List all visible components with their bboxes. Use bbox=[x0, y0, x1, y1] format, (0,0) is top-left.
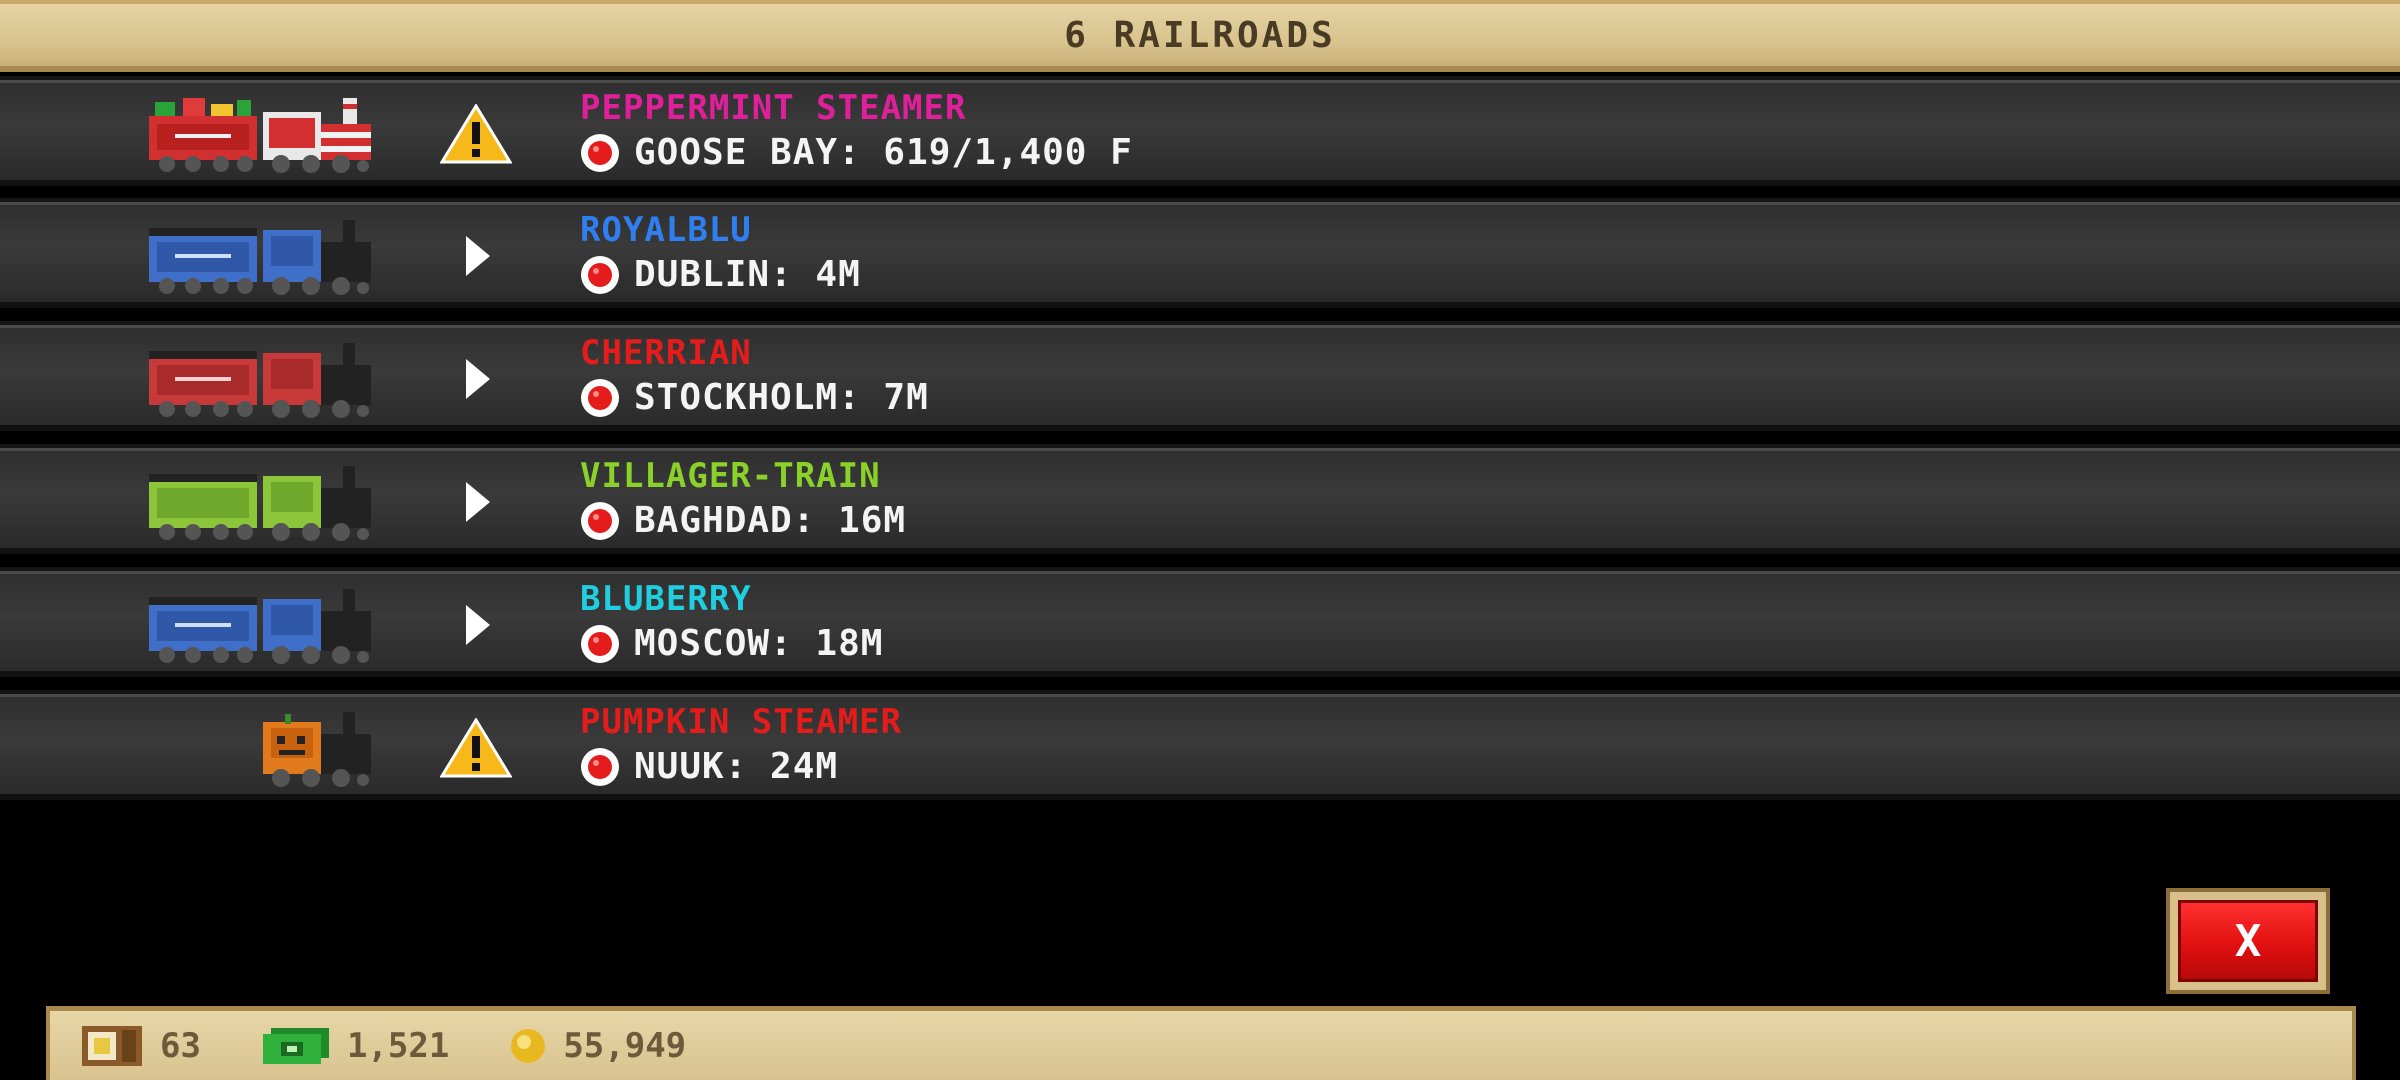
coins-count: 55,949 bbox=[563, 1025, 687, 1066]
train-row-cherrian[interactable]: CHERRIAN STOCKHOLM: 7M bbox=[0, 321, 2400, 431]
train-name: PUMPKIN STEAMER bbox=[580, 702, 903, 742]
route-text: NUUK: 24M bbox=[634, 746, 839, 787]
close-button[interactable]: X bbox=[2166, 888, 2330, 994]
route-text: BAGHDAD: 16M bbox=[634, 500, 907, 541]
location-pin-icon bbox=[581, 624, 619, 663]
train-name: VILLAGER-TRAIN bbox=[580, 456, 881, 496]
location-pin-icon bbox=[581, 747, 619, 786]
train-route: BAGHDAD: 16M bbox=[580, 500, 906, 541]
cash-count: 1,521 bbox=[346, 1025, 450, 1066]
train-sprite bbox=[149, 220, 371, 295]
train-route: GOOSE BAY: 619/1,400 F bbox=[580, 132, 1133, 173]
train-route: DUBLIN: 4M bbox=[580, 254, 861, 295]
warning-icon bbox=[440, 104, 512, 164]
coin-icon bbox=[511, 1028, 546, 1063]
train-row-bluberry[interactable]: BLUBERRY MOSCOW: 18M bbox=[0, 567, 2400, 677]
play-arrow-icon[interactable] bbox=[440, 595, 512, 655]
location-pin-icon bbox=[581, 378, 619, 417]
train-name: PEPPERMINT STEAMER bbox=[580, 88, 967, 128]
location-pin-icon bbox=[581, 255, 619, 294]
train-sprite bbox=[263, 712, 371, 787]
crate-icon bbox=[82, 1025, 142, 1066]
route-text: DUBLIN: 4M bbox=[634, 254, 861, 295]
location-pin-icon bbox=[581, 133, 619, 172]
train-row-peppermint-steamer[interactable]: PEPPERMINT STEAMER GOOSE BAY: 619/1,400 … bbox=[0, 76, 2400, 186]
route-text: STOCKHOLM: 7M bbox=[634, 377, 929, 418]
train-name: CHERRIAN bbox=[580, 333, 752, 373]
header-bar: 6 RAILROADS bbox=[0, 0, 2400, 72]
train-name: ROYALBLU bbox=[580, 210, 752, 250]
coins-stat: 55,949 bbox=[509, 1026, 686, 1066]
play-arrow-icon[interactable] bbox=[440, 349, 512, 409]
resource-bar: 63 1,521 55,949 bbox=[46, 1006, 2356, 1080]
cash-icon bbox=[262, 1027, 329, 1064]
play-arrow-icon[interactable] bbox=[440, 472, 512, 532]
route-text: MOSCOW: 18M bbox=[634, 623, 884, 664]
close-button-face[interactable]: X bbox=[2178, 900, 2318, 982]
train-route: NUUK: 24M bbox=[580, 746, 838, 787]
location-pin-icon bbox=[581, 501, 619, 540]
play-arrow-icon[interactable] bbox=[440, 226, 512, 286]
cash-stat: 1,521 bbox=[261, 1026, 449, 1066]
train-route: STOCKHOLM: 7M bbox=[580, 377, 929, 418]
route-text: GOOSE BAY: 619/1,400 F bbox=[634, 132, 1133, 173]
warning-icon bbox=[440, 718, 512, 778]
train-route: MOSCOW: 18M bbox=[580, 623, 883, 664]
crates-stat: 63 bbox=[80, 1024, 201, 1068]
train-sprite bbox=[149, 98, 371, 173]
train-row-royalblu[interactable]: ROYALBLU DUBLIN: 4M bbox=[0, 198, 2400, 308]
train-sprite bbox=[149, 589, 371, 664]
close-icon: X bbox=[2234, 915, 2262, 967]
train-sprite bbox=[149, 343, 371, 418]
train-name: BLUBERRY bbox=[580, 579, 752, 619]
crates-count: 63 bbox=[160, 1025, 201, 1066]
train-row-villager-train[interactable]: VILLAGER-TRAIN BAGHDAD: 16M bbox=[0, 444, 2400, 554]
page-title: 6 RAILROADS bbox=[1064, 14, 1336, 56]
train-row-pumpkin-steamer[interactable]: PUMPKIN STEAMER NUUK: 24M bbox=[0, 690, 2400, 800]
railroads-screen: 6 RAILROADS PEPPERMINT STEAMER GOOSE BAY… bbox=[0, 0, 2400, 1080]
train-sprite bbox=[149, 466, 371, 541]
